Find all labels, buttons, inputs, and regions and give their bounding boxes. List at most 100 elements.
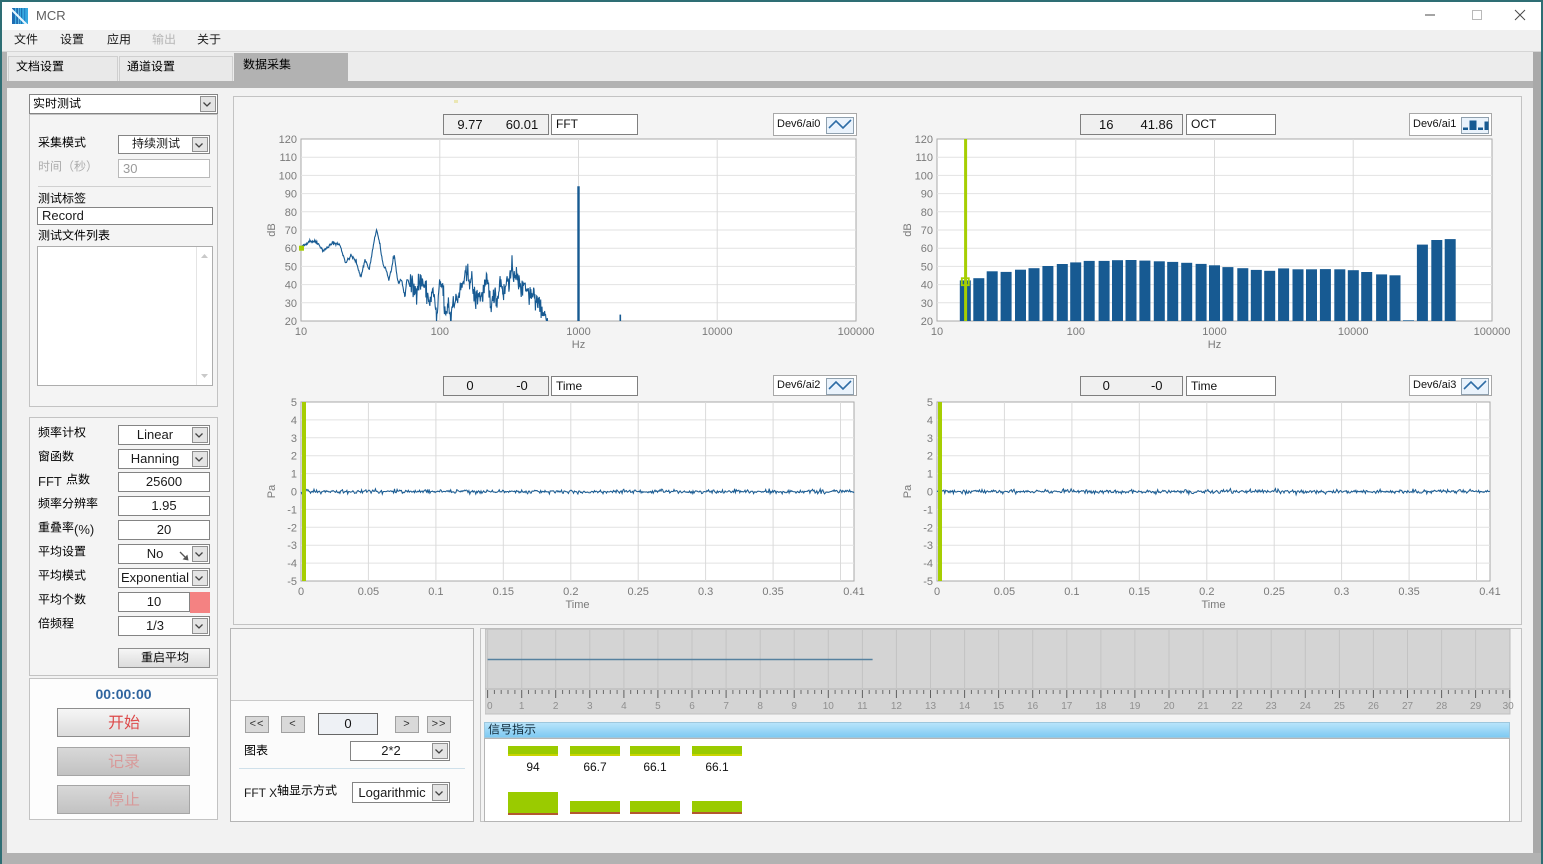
svg-text:17: 17 (1061, 701, 1073, 712)
svg-text:0.2: 0.2 (1199, 586, 1214, 598)
svg-text:0.1: 0.1 (1064, 586, 1079, 598)
svg-text:2: 2 (291, 451, 297, 463)
svg-text:0.35: 0.35 (762, 586, 783, 598)
svg-text:30: 30 (921, 298, 933, 310)
svg-text:1: 1 (927, 469, 933, 481)
svg-text:-3: -3 (287, 540, 297, 552)
svg-text:1: 1 (519, 701, 525, 712)
svg-text:18: 18 (1095, 701, 1107, 712)
svg-text:0: 0 (487, 701, 493, 712)
svg-text:0.3: 0.3 (1334, 586, 1349, 598)
svg-text:0.2: 0.2 (563, 586, 578, 598)
svg-text:-5: -5 (923, 576, 933, 588)
svg-text:4: 4 (291, 415, 297, 427)
svg-text:100: 100 (915, 170, 933, 182)
svg-text:10: 10 (931, 326, 943, 338)
svg-text:dB: dB (902, 223, 914, 236)
svg-text:4: 4 (927, 415, 933, 427)
svg-text:5: 5 (927, 397, 933, 409)
svg-text:-2: -2 (287, 522, 297, 534)
svg-text:0.15: 0.15 (1129, 586, 1150, 598)
svg-text:100: 100 (1067, 326, 1085, 338)
svg-text:-1: -1 (287, 504, 297, 516)
svg-text:0: 0 (927, 487, 933, 499)
svg-text:0.41: 0.41 (1479, 586, 1500, 598)
svg-text:110: 110 (279, 152, 297, 164)
svg-text:3: 3 (291, 433, 297, 445)
svg-text:29: 29 (1470, 701, 1482, 712)
svg-text:0.25: 0.25 (1263, 586, 1284, 598)
svg-text:-4: -4 (287, 558, 297, 570)
svg-text:60: 60 (921, 243, 933, 255)
svg-text:-5: -5 (287, 576, 297, 588)
svg-text:-1: -1 (923, 504, 933, 516)
svg-text:Pa: Pa (902, 484, 914, 498)
svg-text:120: 120 (279, 134, 297, 146)
svg-text:70: 70 (921, 225, 933, 237)
svg-text:23: 23 (1266, 701, 1278, 712)
svg-text:0.1: 0.1 (428, 586, 443, 598)
svg-text:19: 19 (1129, 701, 1141, 712)
svg-text:21: 21 (1198, 701, 1210, 712)
svg-text:80: 80 (285, 207, 297, 219)
svg-text:-3: -3 (923, 540, 933, 552)
svg-text:4: 4 (621, 701, 627, 712)
svg-text:80: 80 (921, 207, 933, 219)
svg-text:22: 22 (1232, 701, 1244, 712)
svg-text:9: 9 (791, 701, 797, 712)
svg-text:3: 3 (587, 701, 593, 712)
svg-text:70: 70 (285, 225, 297, 237)
svg-text:15: 15 (993, 701, 1005, 712)
svg-text:26: 26 (1368, 701, 1380, 712)
svg-text:40: 40 (285, 280, 297, 292)
svg-text:25: 25 (1334, 701, 1346, 712)
svg-text:-4: -4 (923, 558, 933, 570)
svg-text:2: 2 (927, 451, 933, 463)
svg-text:6: 6 (689, 701, 695, 712)
svg-text:5: 5 (291, 397, 297, 409)
svg-text:12: 12 (891, 701, 903, 712)
svg-text:1: 1 (291, 469, 297, 481)
svg-text:30: 30 (285, 298, 297, 310)
svg-text:1000: 1000 (1202, 326, 1226, 338)
svg-text:0.25: 0.25 (627, 586, 648, 598)
svg-text:120: 120 (915, 134, 933, 146)
svg-text:5: 5 (655, 701, 661, 712)
svg-text:100000: 100000 (838, 326, 875, 338)
svg-text:0: 0 (298, 586, 304, 598)
svg-text:20: 20 (1163, 701, 1175, 712)
svg-text:24: 24 (1300, 701, 1312, 712)
svg-text:28: 28 (1436, 701, 1448, 712)
svg-text:0.05: 0.05 (358, 586, 379, 598)
svg-text:1000: 1000 (566, 326, 590, 338)
svg-text:100: 100 (279, 170, 297, 182)
svg-text:Hz: Hz (572, 339, 585, 351)
svg-text:30: 30 (1503, 701, 1515, 712)
svg-text:10: 10 (823, 701, 835, 712)
svg-text:0: 0 (934, 586, 940, 598)
svg-text:dB: dB (266, 223, 278, 236)
svg-text:0.35: 0.35 (1398, 586, 1419, 598)
svg-text:0: 0 (291, 487, 297, 499)
svg-text:Time: Time (565, 599, 589, 611)
svg-text:0.05: 0.05 (994, 586, 1015, 598)
svg-text:27: 27 (1402, 701, 1414, 712)
svg-text:50: 50 (285, 261, 297, 273)
svg-text:10000: 10000 (1338, 326, 1369, 338)
svg-text:60: 60 (285, 243, 297, 255)
svg-text:0.3: 0.3 (698, 586, 713, 598)
svg-text:3: 3 (927, 433, 933, 445)
svg-text:110: 110 (915, 152, 933, 164)
svg-text:13: 13 (925, 701, 937, 712)
svg-text:Pa: Pa (266, 484, 278, 498)
svg-text:Time: Time (1201, 599, 1225, 611)
svg-text:90: 90 (285, 189, 297, 201)
svg-text:7: 7 (723, 701, 729, 712)
svg-text:100000: 100000 (1474, 326, 1511, 338)
svg-text:90: 90 (921, 189, 933, 201)
svg-text:100: 100 (431, 326, 449, 338)
svg-text:11: 11 (857, 701, 868, 712)
svg-text:8: 8 (757, 701, 763, 712)
svg-text:40: 40 (921, 280, 933, 292)
svg-text:50: 50 (921, 261, 933, 273)
